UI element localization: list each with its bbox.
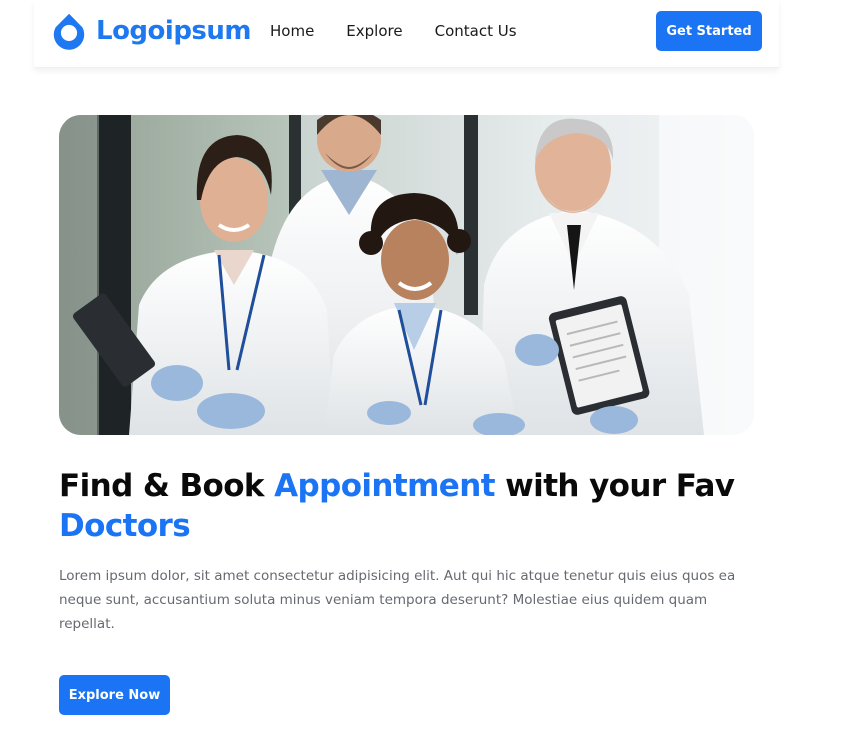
drop-logo-icon (53, 13, 85, 50)
hero-title-part2: with your Fav (494, 468, 735, 504)
hero-title-highlight-appointment: Appointment (274, 468, 495, 504)
nav-link-contact-us[interactable]: Contact Us (435, 21, 517, 41)
hero-title-part1: Find & Book (59, 468, 275, 504)
logo[interactable]: Logoipsum (50, 12, 252, 50)
top-navbar: Logoipsum Home Explore Contact Us Get St… (34, 0, 779, 68)
nav-link-explore[interactable]: Explore (346, 21, 402, 41)
explore-now-button[interactable]: Explore Now (59, 675, 170, 715)
hero-title-highlight-doctors: Doctors (59, 508, 191, 544)
logo-text: Logoipsum (96, 16, 252, 46)
hero-doctors-image (59, 115, 754, 435)
get-started-button[interactable]: Get Started (656, 11, 762, 51)
main-nav: Home Explore Contact Us (270, 21, 549, 41)
hero-title: Find & Book Appointment with your Fav Do… (59, 466, 759, 546)
hero-description: Lorem ipsum dolor, sit amet consectetur … (59, 568, 736, 632)
nav-link-home[interactable]: Home (270, 21, 314, 41)
